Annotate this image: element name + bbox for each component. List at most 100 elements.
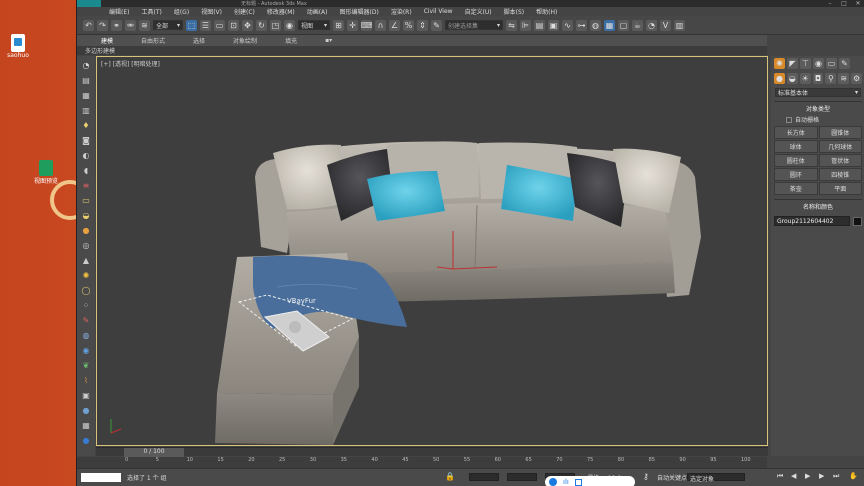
selection-filter-dropdown[interactable]: 全部 ▾ — [153, 20, 183, 30]
film-icon[interactable]: ▥ — [80, 104, 92, 116]
play-icon[interactable]: ▶ — [805, 472, 810, 480]
y-coordinate-field[interactable] — [507, 473, 537, 481]
teapot-button[interactable]: 茶壶 — [774, 182, 818, 195]
stripes-icon[interactable]: ≡ — [80, 179, 92, 191]
x-coordinate-field[interactable] — [469, 473, 499, 481]
pen-icon[interactable]: ✎ — [80, 314, 92, 326]
time-slider-track[interactable]: 0 / 100 — [96, 447, 768, 457]
material-ball-icon[interactable]: ● — [80, 404, 92, 416]
create-tab-icon[interactable]: ✺ — [774, 58, 785, 69]
pyramid-button[interactable]: 四棱锥 — [818, 168, 862, 181]
geometry-icon[interactable]: ● — [774, 73, 785, 84]
shapes-icon[interactable]: ◒ — [786, 73, 798, 84]
menu-tools[interactable]: 工具(T) — [135, 7, 167, 16]
systems-icon[interactable]: ⚙ — [851, 73, 863, 84]
timeline-ruler[interactable]: 0 5 10 15 20 25 30 35 40 45 50 55 60 65 70 75 80 85 90 95 10… — [77, 457, 767, 468]
half-sphere-icon[interactable]: ◒ — [80, 209, 92, 221]
hierarchy-tab-icon[interactable]: ⊤ — [800, 58, 811, 69]
percent-snap-icon[interactable]: % — [403, 19, 414, 31]
display-tab-icon[interactable]: ▭ — [826, 58, 837, 69]
table-icon[interactable]: ▦ — [80, 89, 92, 101]
polygon-modeling-label[interactable]: 多边形建模 — [85, 46, 115, 55]
select-by-name-icon[interactable]: ☰ — [200, 19, 211, 31]
edit-named-selection-icon[interactable]: ✎ — [431, 19, 442, 31]
sphere-blue-icon[interactable]: ● — [80, 434, 92, 446]
next-frame-icon[interactable]: ▶ — [819, 472, 824, 480]
spacewarps-icon[interactable]: ≋ — [838, 73, 850, 84]
desktop-icon-saohuo[interactable]: saohuo — [0, 34, 36, 59]
utilities-tab-icon[interactable]: ✎ — [839, 58, 850, 69]
auto-key-button[interactable]: 自动关键点 — [657, 473, 687, 482]
maximize-icon[interactable]: □ — [837, 0, 851, 7]
earth-icon[interactable]: ◉ — [80, 344, 92, 356]
menu-group[interactable]: 组(G) — [168, 7, 195, 16]
menu-modifiers[interactable]: 修改器(M) — [261, 7, 301, 16]
window-crossing-icon[interactable]: ⊡ — [228, 19, 239, 31]
menu-help[interactable]: 帮助(H) — [530, 7, 563, 16]
render-production-icon[interactable]: ☕ — [632, 19, 643, 31]
material-editor-icon[interactable]: ◍ — [590, 19, 601, 31]
plane-button[interactable]: 平面 — [818, 182, 862, 195]
reference-coordinate-dropdown[interactable]: 视图 ▾ — [298, 20, 330, 30]
vray-icon[interactable]: V — [660, 19, 671, 31]
menu-views[interactable]: 视图(V) — [195, 7, 228, 16]
extra-tool-icon[interactable]: ▥ — [674, 19, 685, 31]
select-object-icon[interactable]: ⬚ — [186, 19, 197, 31]
cameras-icon[interactable]: ◘ — [812, 73, 824, 84]
cloud-icon[interactable] — [549, 478, 557, 486]
brush-icon[interactable]: ⌇ — [80, 374, 92, 386]
time-slider[interactable]: 0 / 100 — [124, 448, 184, 457]
place-icon[interactable]: ◉ — [284, 19, 295, 31]
lights-icon[interactable]: ☀ — [799, 73, 811, 84]
object-name-field[interactable]: Group2112604402 — [774, 216, 850, 226]
autogrid-checkbox[interactable] — [786, 116, 792, 123]
sphere-button[interactable]: 球体 — [774, 140, 818, 153]
tab-object-paint[interactable]: 对象绘制 — [219, 36, 271, 45]
helpers-icon[interactable]: ⚲ — [825, 73, 837, 84]
snap-icon[interactable]: ∩ — [375, 19, 386, 31]
square-icon[interactable] — [574, 478, 582, 486]
keyboard-shortcut-icon[interactable]: ⌨ — [361, 19, 372, 31]
sun-icon[interactable]: ✺ — [80, 269, 92, 281]
torus-button[interactable]: 圆环 — [774, 168, 818, 181]
redo-icon[interactable]: ↷ — [97, 19, 108, 31]
menu-graph-editors[interactable]: 图形编辑器(D) — [334, 7, 385, 16]
curve-editor-icon[interactable]: ∿ — [562, 19, 573, 31]
circle-icon[interactable]: ◯ — [80, 284, 92, 296]
bind-spacewarp-icon[interactable]: ≋ — [139, 19, 150, 31]
layer-explorer-icon[interactable]: ▤ — [534, 19, 545, 31]
menu-edit[interactable]: 编辑(E) — [103, 7, 135, 16]
go-to-start-icon[interactable]: ⏮ — [777, 472, 783, 481]
eye-icon[interactable]: ◔ — [80, 59, 92, 71]
geometry-category-dropdown[interactable]: 标准基本体 ▾ — [775, 88, 861, 97]
dots-icon[interactable]: ⁘ — [80, 299, 92, 311]
rendered-frame-icon[interactable]: ▢ — [618, 19, 629, 31]
sphere-icon[interactable]: ◐ — [80, 149, 92, 161]
box-button[interactable]: 长方体 — [774, 126, 818, 139]
lock-icon[interactable]: 🔒 — [445, 472, 455, 481]
rectangle-selection-icon[interactable]: ▭ — [214, 19, 225, 31]
mirror-icon[interactable]: ⇋ — [506, 19, 517, 31]
navigation-icon[interactable]: ✋ — [849, 472, 858, 480]
ribbon-options-icon[interactable]: ▪▾ — [311, 37, 346, 44]
modify-tab-icon[interactable]: ◤ — [787, 58, 798, 69]
geosphere-button[interactable]: 几何球体 — [818, 140, 862, 153]
torus-icon[interactable]: ◎ — [80, 239, 92, 251]
cone-icon[interactable]: ▲ — [80, 254, 92, 266]
globe-icon[interactable]: ◍ — [80, 329, 92, 341]
grid-icon[interactable]: ▦ — [80, 419, 92, 431]
bars-icon[interactable]: ılı — [563, 478, 569, 486]
schematic-view-icon[interactable]: ⊶ — [576, 19, 587, 31]
object-type-header[interactable]: 对象类型 — [774, 101, 862, 115]
key-filter-dropdown[interactable]: 选定对象 — [687, 473, 745, 483]
name-color-header[interactable]: 名称和颜色 — [774, 199, 862, 213]
move-icon[interactable]: ✥ — [242, 19, 253, 31]
tube-button[interactable]: 管状体 — [818, 154, 862, 167]
minimize-icon[interactable]: – — [823, 0, 837, 7]
cylinder-button[interactable]: 圆柱体 — [774, 154, 818, 167]
menu-create[interactable]: 创建(C) — [228, 7, 261, 16]
leaf-icon[interactable]: ❦ — [80, 359, 92, 371]
maxscript-listener-icon[interactable] — [81, 473, 121, 482]
go-to-end-icon[interactable]: ⏭ — [833, 472, 839, 481]
menu-scripting[interactable]: 脚本(S) — [498, 7, 531, 16]
